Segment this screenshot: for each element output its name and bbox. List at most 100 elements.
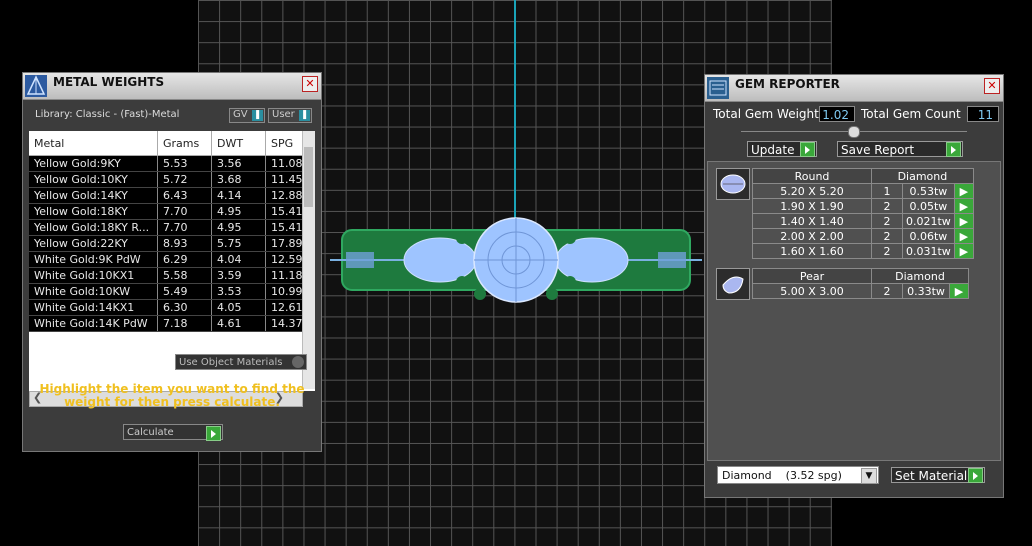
- table-row[interactable]: Yellow Gold:18KY 7.70 4.95 15.41: [29, 203, 313, 220]
- use-object-materials-toggle[interactable]: Use Object Materials: [175, 354, 307, 370]
- metal-table[interactable]: Metal Grams DWT SPG Yellow Gold:9KY 5.53 3…: [29, 131, 315, 391]
- total-gem-weight-value: 1.02: [819, 106, 855, 122]
- metal-cell: Yellow Gold:14KY: [29, 187, 158, 204]
- total-gem-count-value: 11: [967, 106, 999, 122]
- metal-cell: White Gold:14KX1: [29, 299, 158, 316]
- gem-weight-cell: 0.05tw: [902, 198, 955, 214]
- gem-row[interactable]: 1.40 X 1.40 2 0.021tw ▶: [752, 213, 974, 229]
- gem-weight-cell: 0.53tw: [902, 183, 955, 199]
- gem-size-cell: 1.60 X 1.60: [752, 243, 872, 259]
- grams-cell: 6.43: [157, 187, 212, 204]
- gem-row[interactable]: 1.90 X 1.90 2 0.05tw ▶: [752, 198, 974, 214]
- gem-row-arrow-icon[interactable]: ▶: [953, 198, 974, 214]
- gem-count-cell: 2: [871, 198, 903, 214]
- update-label: Update: [751, 143, 795, 157]
- update-button[interactable]: Update: [747, 141, 817, 157]
- gem-row[interactable]: 5.00 X 3.00 2 0.33tw ▶: [752, 283, 969, 299]
- user-toggle-icon: ❚: [299, 110, 310, 121]
- z-axis-line: [514, 0, 516, 240]
- gem-list-area[interactable]: Round Diamond 5.20 X 5.20 1 0.53tw ▶ 1.90 X…: [707, 161, 1001, 461]
- metal-cell: White Gold:14K PdW: [29, 315, 158, 332]
- library-label: Library: Classic - (Fast)-Metal: [35, 109, 180, 120]
- gem-group-header: Pear Diamond: [752, 268, 969, 284]
- table-row[interactable]: White Gold:14K PdW 7.18 4.61 14.37: [29, 315, 313, 332]
- calculate-label: Calculate: [127, 427, 174, 438]
- gem-reporter-titlebar[interactable]: GEM REPORTER ✕: [705, 75, 1003, 102]
- gem-size-cell: 2.00 X 2.00: [752, 228, 872, 244]
- vertical-scrollbar[interactable]: [302, 131, 315, 389]
- column-header-grams[interactable]: Grams: [157, 131, 212, 156]
- dwt-cell: 4.04: [211, 251, 266, 268]
- gem-row[interactable]: 2.00 X 2.00 2 0.06tw ▶: [752, 228, 974, 244]
- toggle-icon: [292, 356, 304, 368]
- splitter-handle[interactable]: [848, 126, 860, 138]
- pear-gem-icon: [716, 268, 750, 300]
- dwt-cell: 4.61: [211, 315, 266, 332]
- gem-count-cell: 2: [871, 228, 903, 244]
- metal-weights-titlebar[interactable]: METAL WEIGHTS ✕: [23, 73, 321, 100]
- gem-row-arrow-icon[interactable]: ▶: [953, 213, 974, 229]
- gem-shape-label: Pear: [752, 268, 872, 284]
- table-row[interactable]: White Gold:10KW 5.49 3.53 10.99: [29, 283, 313, 300]
- column-header-dwt[interactable]: DWT: [211, 131, 266, 156]
- dwt-cell: 4.95: [211, 203, 266, 220]
- grams-cell: 5.58: [157, 267, 212, 284]
- gv-toggle[interactable]: GV ❚: [229, 108, 265, 123]
- material-select[interactable]: Diamond (3.52 spg) ▼: [717, 466, 879, 484]
- grams-cell: 8.93: [157, 235, 212, 252]
- column-header-metal[interactable]: Metal: [29, 131, 158, 156]
- gem-row[interactable]: 5.20 X 5.20 1 0.53tw ▶: [752, 183, 974, 199]
- play-icon: [206, 426, 221, 441]
- round-gem-table[interactable]: Round Diamond 5.20 X 5.20 1 0.53tw ▶ 1.90 X…: [752, 168, 974, 259]
- gem-weight-cell: 0.031tw: [902, 243, 955, 259]
- metal-cell: White Gold:9K PdW: [29, 251, 158, 268]
- gem-row[interactable]: 1.60 X 1.60 2 0.031tw ▶: [752, 243, 974, 259]
- gem-reporter-icon: [707, 77, 729, 99]
- dwt-cell: 4.05: [211, 299, 266, 316]
- table-row[interactable]: Yellow Gold:9KY 5.53 3.56 11.08: [29, 155, 313, 172]
- metal-cell: Yellow Gold:10KY: [29, 171, 158, 188]
- total-gem-weight-label: Total Gem Weight: [713, 107, 819, 121]
- metal-cell: Yellow Gold:9KY: [29, 155, 158, 172]
- table-row[interactable]: Yellow Gold:22KY 8.93 5.75 17.89: [29, 235, 313, 252]
- table-row[interactable]: Yellow Gold:18KY R... 7.70 4.95 15.41: [29, 219, 313, 236]
- gem-weight-cell: 0.06tw: [902, 228, 955, 244]
- gem-row-arrow-icon[interactable]: ▶: [953, 183, 974, 199]
- grams-cell: 7.18: [157, 315, 212, 332]
- ring-model[interactable]: [330, 212, 702, 308]
- dwt-cell: 4.14: [211, 187, 266, 204]
- round-gem-icon: [716, 168, 750, 200]
- set-material-label: Set Material: [895, 469, 968, 483]
- table-row[interactable]: White Gold:14KX1 6.30 4.05 12.61: [29, 299, 313, 316]
- table-row[interactable]: White Gold:9K PdW 6.29 4.04 12.59: [29, 251, 313, 268]
- user-label: User: [272, 109, 295, 120]
- gem-count-cell: 2: [871, 213, 903, 229]
- metal-cell: White Gold:10KW: [29, 283, 158, 300]
- user-toggle[interactable]: User ❚: [268, 108, 312, 123]
- gem-size-cell: 5.00 X 3.00: [752, 283, 872, 299]
- gem-reporter-panel: GEM REPORTER ✕ Total Gem Weight 1.02 Tot…: [704, 74, 1004, 498]
- set-material-button[interactable]: Set Material: [891, 467, 985, 483]
- close-icon[interactable]: ✕: [984, 78, 1000, 94]
- grams-cell: 7.70: [157, 219, 212, 236]
- metal-weights-icon: [25, 75, 47, 97]
- gem-row-arrow-icon[interactable]: ▶: [953, 243, 974, 259]
- table-row[interactable]: Yellow Gold:10KY 5.72 3.68 11.45: [29, 171, 313, 188]
- gem-row-arrow-icon[interactable]: ▶: [953, 228, 974, 244]
- instruction-text: Highlight the item you want to find the …: [39, 382, 305, 409]
- gem-material-label: Diamond: [871, 168, 974, 184]
- grams-cell: 7.70: [157, 203, 212, 220]
- gem-row-arrow-icon[interactable]: ▶: [949, 283, 969, 299]
- gem-size-cell: 1.90 X 1.90: [752, 198, 872, 214]
- calculate-button[interactable]: Calculate: [123, 424, 223, 441]
- table-row[interactable]: Yellow Gold:14KY 6.43 4.14 12.88: [29, 187, 313, 204]
- save-report-button[interactable]: Save Report: [837, 141, 963, 157]
- grams-cell: 6.29: [157, 251, 212, 268]
- close-icon[interactable]: ✕: [302, 76, 318, 92]
- scroll-thumb[interactable]: [304, 147, 313, 207]
- dwt-cell: 3.68: [211, 171, 266, 188]
- pear-gem-table[interactable]: Pear Diamond 5.00 X 3.00 2 0.33tw ▶: [752, 268, 969, 299]
- play-icon: [800, 142, 815, 157]
- dwt-cell: 3.56: [211, 155, 266, 172]
- table-row[interactable]: White Gold:10KX1 5.58 3.59 11.18: [29, 267, 313, 284]
